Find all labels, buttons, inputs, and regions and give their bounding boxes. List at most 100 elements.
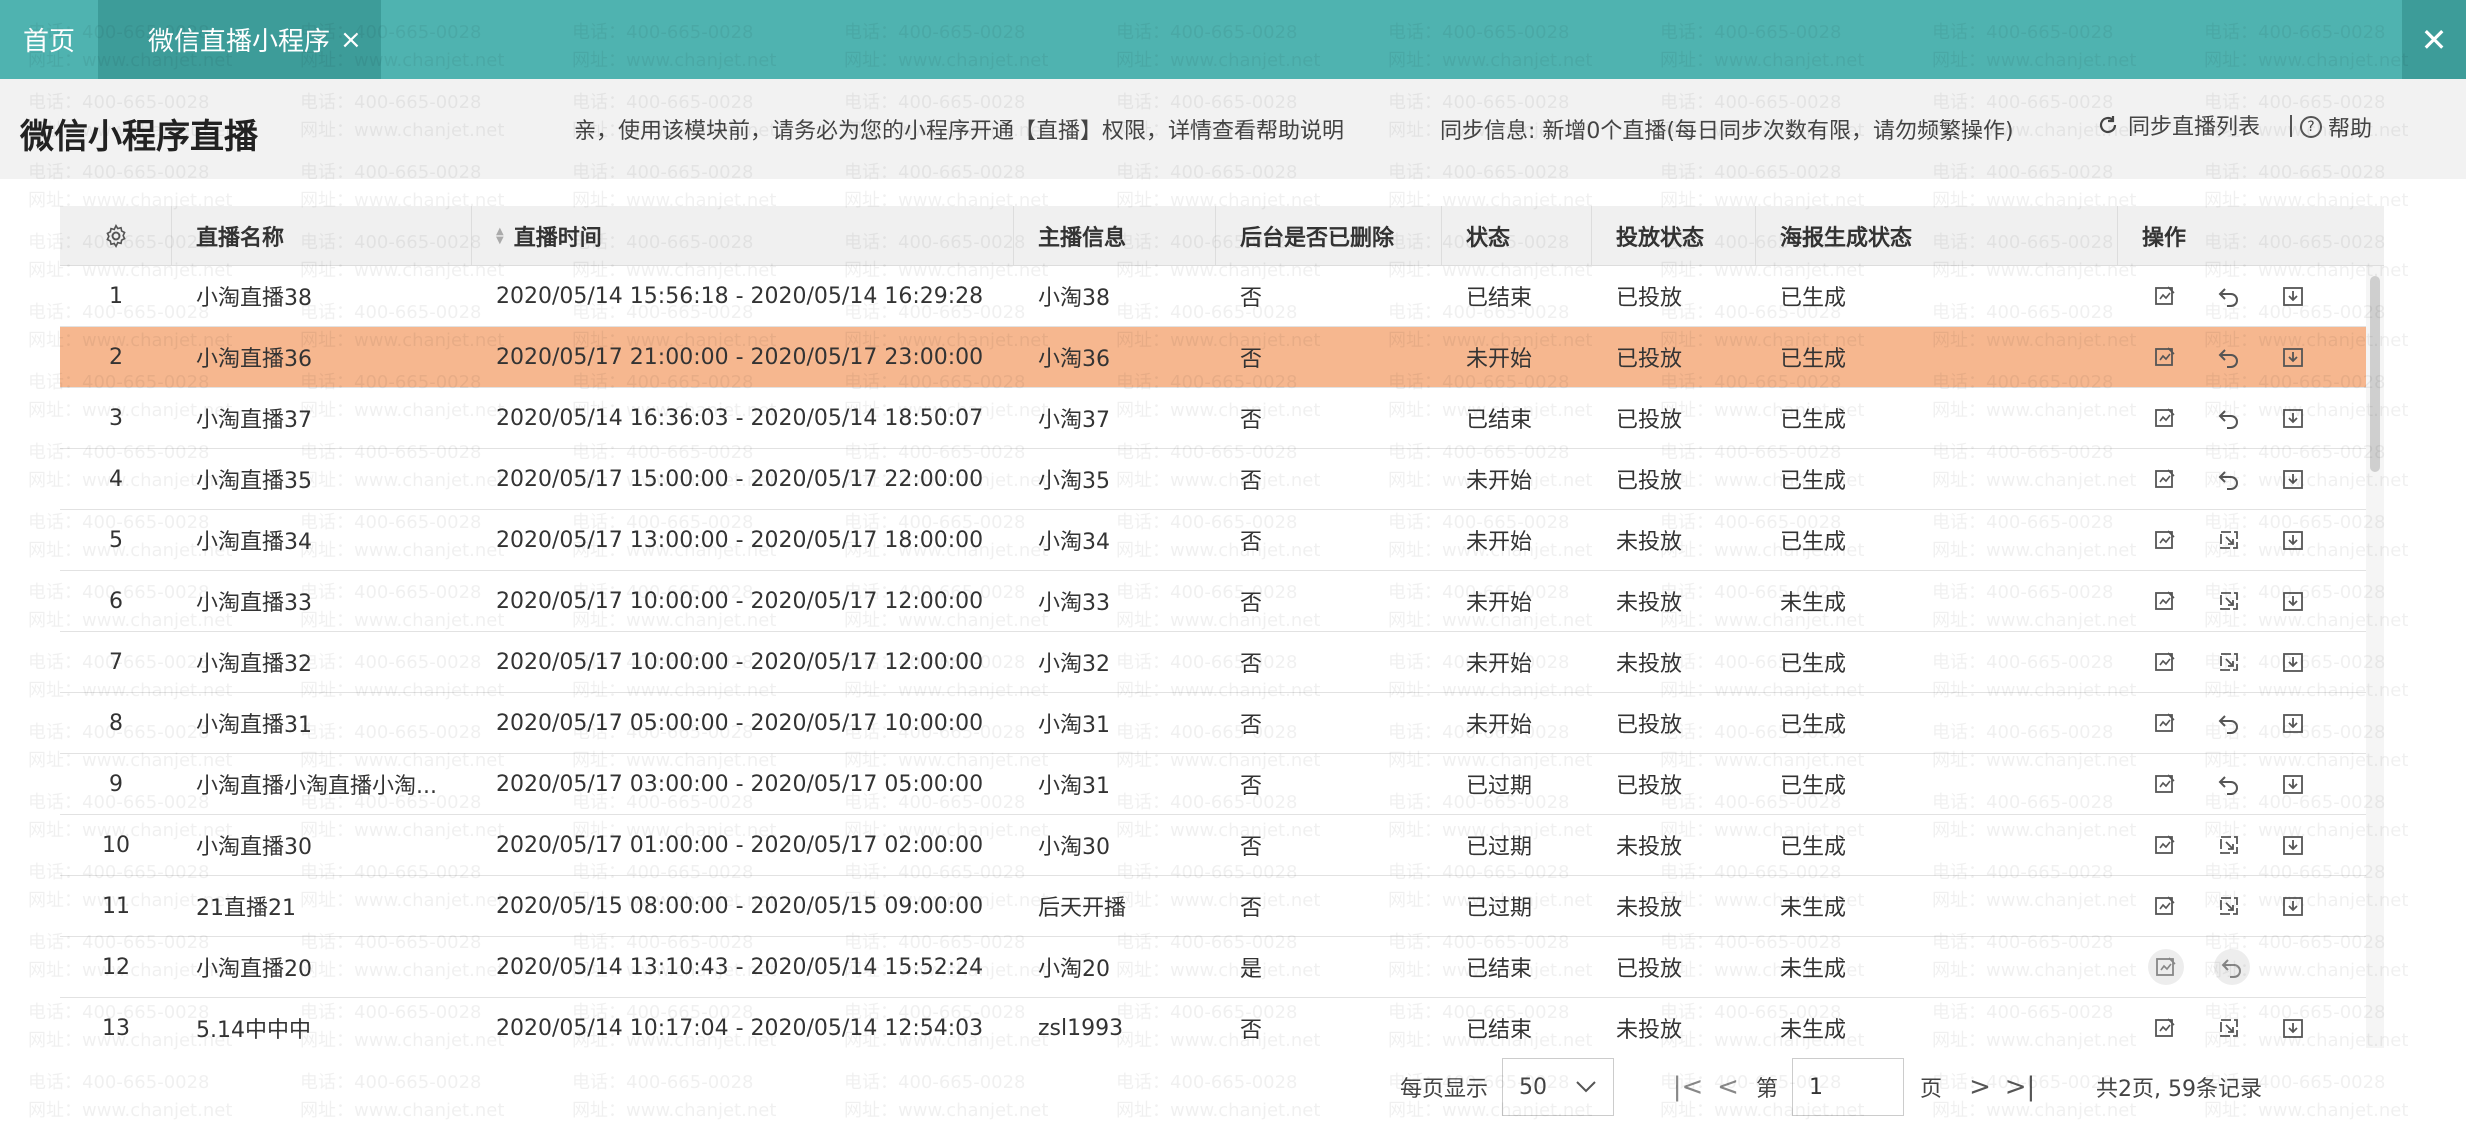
edit-poster-icon[interactable]: [2148, 340, 2182, 374]
cell-release-status: 已投放: [1616, 347, 1683, 372]
cell-anchor-info: 小淘35: [1038, 469, 1110, 494]
download-icon[interactable]: [2276, 706, 2310, 740]
table-row[interactable]: 6 小淘直播33 2020/05/17 10:00:00 - 2020/05/17 …: [60, 571, 2384, 632]
sync-live-list-button[interactable]: 同步直播列表: [2096, 109, 2260, 141]
cell-live-status: 已结束: [1466, 957, 1533, 982]
download-icon[interactable]: [2276, 584, 2310, 618]
tab-wechat-live-label: 微信直播小程序: [148, 27, 331, 57]
edit-poster-icon[interactable]: [2148, 889, 2182, 923]
table-row[interactable]: 11 21直播21 2020/05/15 08:00:00 - 2020/05/15…: [60, 876, 2384, 937]
table-row[interactable]: 13 5.14中中中 2020/05/14 10:17:04 - 2020/05/1…: [60, 998, 2384, 1048]
release-icon[interactable]: [2212, 523, 2246, 557]
cell-live-status: 未开始: [1466, 530, 1533, 555]
cell-anchor-info: 后天开播: [1038, 896, 1127, 921]
tab-wechat-live[interactable]: 微信直播小程序 ×: [98, 0, 381, 79]
edit-poster-icon[interactable]: [2148, 584, 2182, 618]
table-row[interactable]: 2 小淘直播36 2020/05/17 21:00:00 - 2020/05/17 …: [60, 327, 2384, 388]
cell-poster-status: 已生成: [1780, 713, 1847, 738]
table-row[interactable]: 4 小淘直播35 2020/05/17 15:00:00 - 2020/05/17 …: [60, 449, 2384, 510]
header-divider: [2290, 115, 2292, 137]
column-live-time[interactable]: ▲ ▼ 直播时间: [472, 206, 1014, 266]
scrollbar-thumb[interactable]: [2370, 276, 2380, 472]
download-icon[interactable]: [2276, 767, 2310, 801]
watermark-phone: 电话：400-665-0028: [572, 1138, 754, 1142]
download-icon[interactable]: [2276, 523, 2310, 557]
release-icon[interactable]: [2212, 1011, 2246, 1045]
column-live-time-label: 直播时间: [513, 226, 602, 251]
watermark-site: 网址：www.chanjet.net: [300, 1100, 505, 1121]
withdraw-icon[interactable]: [2214, 949, 2250, 985]
cell-live-time: 2020/05/17 13:00:00 - 2020/05/17 18:00:0…: [496, 527, 984, 553]
tab-home[interactable]: 首页: [0, 0, 98, 79]
cell-row-number: 12: [102, 954, 130, 980]
edit-poster-icon[interactable]: [2148, 645, 2182, 679]
table-row[interactable]: 7 小淘直播32 2020/05/17 10:00:00 - 2020/05/17 …: [60, 632, 2384, 693]
edit-poster-icon[interactable]: [2148, 1011, 2182, 1045]
download-icon[interactable]: [2276, 279, 2310, 313]
page-number-input[interactable]: [1792, 1058, 1905, 1116]
withdraw-icon[interactable]: [2212, 279, 2246, 313]
cell-deleted-flag: 否: [1240, 347, 1263, 372]
next-page-icon[interactable]: >: [1960, 1072, 2000, 1102]
withdraw-icon[interactable]: [2212, 401, 2246, 435]
sort-icon[interactable]: ▲ ▼: [496, 227, 504, 246]
edit-poster-icon[interactable]: [2148, 462, 2182, 496]
prev-page-icon[interactable]: <: [1708, 1072, 1748, 1102]
table-body: 1 小淘直播38 2020/05/14 15:56:18 - 2020/05/14 …: [60, 266, 2384, 1048]
edit-poster-icon[interactable]: [2148, 401, 2182, 435]
withdraw-icon[interactable]: [2212, 767, 2246, 801]
cell-actions: [2118, 327, 2384, 387]
table-scrollbar[interactable]: [2366, 266, 2384, 1048]
first-page-icon[interactable]: |<: [1668, 1072, 1708, 1102]
table-header: 直播名称 ▲ ▼ 直播时间 主播信息 后台是否已删除 状态 投放状态 海报生成状态…: [60, 206, 2384, 266]
release-icon[interactable]: [2212, 889, 2246, 923]
table-row[interactable]: 8 小淘直播31 2020/05/17 05:00:00 - 2020/05/17 …: [60, 693, 2384, 754]
per-page-select[interactable]: 50: [1502, 1058, 1615, 1116]
download-icon[interactable]: [2276, 401, 2310, 435]
cell-live-time: 2020/05/17 05:00:00 - 2020/05/17 10:00:0…: [496, 710, 984, 736]
edit-poster-icon[interactable]: [2148, 706, 2182, 740]
watermark-site: 网址：www.chanjet.net: [1116, 1100, 1321, 1121]
edit-poster-icon[interactable]: [2148, 767, 2182, 801]
row-actions: [2118, 767, 2310, 801]
help-button[interactable]: ? 帮助: [2300, 111, 2372, 143]
download-icon[interactable]: [2276, 889, 2310, 923]
download-icon[interactable]: [2276, 1011, 2310, 1045]
download-icon[interactable]: [2276, 462, 2310, 496]
page-header: 微信小程序直播 亲，使用该模块前，请务必为您的小程序开通【直播】权限，详情查看帮…: [0, 79, 2466, 179]
tab-close-icon[interactable]: ×: [340, 25, 362, 55]
edit-poster-icon[interactable]: [2148, 828, 2182, 862]
table-row[interactable]: 1 小淘直播38 2020/05/14 15:56:18 - 2020/05/14 …: [60, 266, 2384, 327]
cell-release-status: 已投放: [1616, 774, 1683, 799]
table-row[interactable]: 3 小淘直播37 2020/05/14 16:36:03 - 2020/05/14 …: [60, 388, 2384, 449]
last-page-icon[interactable]: >|: [2000, 1072, 2040, 1102]
edit-poster-icon[interactable]: [2148, 949, 2184, 985]
release-icon[interactable]: [2212, 584, 2246, 618]
withdraw-icon[interactable]: [2212, 462, 2246, 496]
cell-live-time: 2020/05/17 10:00:00 - 2020/05/17 12:00:0…: [496, 649, 984, 675]
cell-poster-status: 已生成: [1780, 835, 1847, 860]
cell-row-number: 5: [109, 527, 123, 553]
watermark-phone: 电话：400-665-0028: [28, 1138, 210, 1142]
table-row[interactable]: 12 小淘直播20 2020/05/14 13:10:43 - 2020/05/14…: [60, 937, 2384, 998]
cell-live-status: 已过期: [1466, 896, 1533, 921]
watermark-phone: 电话：400-665-0028: [844, 1138, 1026, 1142]
release-icon[interactable]: [2212, 645, 2246, 679]
download-icon[interactable]: [2276, 828, 2310, 862]
close-all-icon[interactable]: ✕: [2402, 0, 2466, 79]
download-icon[interactable]: [2276, 340, 2310, 374]
cell-anchor-info: 小淘32: [1038, 652, 1110, 677]
table-row[interactable]: 10 小淘直播30 2020/05/17 01:00:00 - 2020/05/17…: [60, 815, 2384, 876]
table-row[interactable]: 5 小淘直播34 2020/05/17 13:00:00 - 2020/05/17 …: [60, 510, 2384, 571]
column-settings[interactable]: [60, 206, 172, 266]
edit-poster-icon[interactable]: [2148, 523, 2182, 557]
download-icon[interactable]: [2276, 645, 2310, 679]
edit-poster-icon[interactable]: [2148, 279, 2182, 313]
cell-live-time: 2020/05/14 10:17:04 - 2020/05/14 12:54:0…: [496, 1015, 984, 1041]
column-live-name: 直播名称: [172, 206, 472, 266]
withdraw-icon[interactable]: [2212, 706, 2246, 740]
table-row[interactable]: 9 小淘直播小淘直播小淘... 2020/05/17 03:00:00 - 2020…: [60, 754, 2384, 815]
withdraw-icon[interactable]: [2212, 340, 2246, 374]
release-icon[interactable]: [2212, 828, 2246, 862]
cell-release-status: 未投放: [1616, 896, 1683, 921]
